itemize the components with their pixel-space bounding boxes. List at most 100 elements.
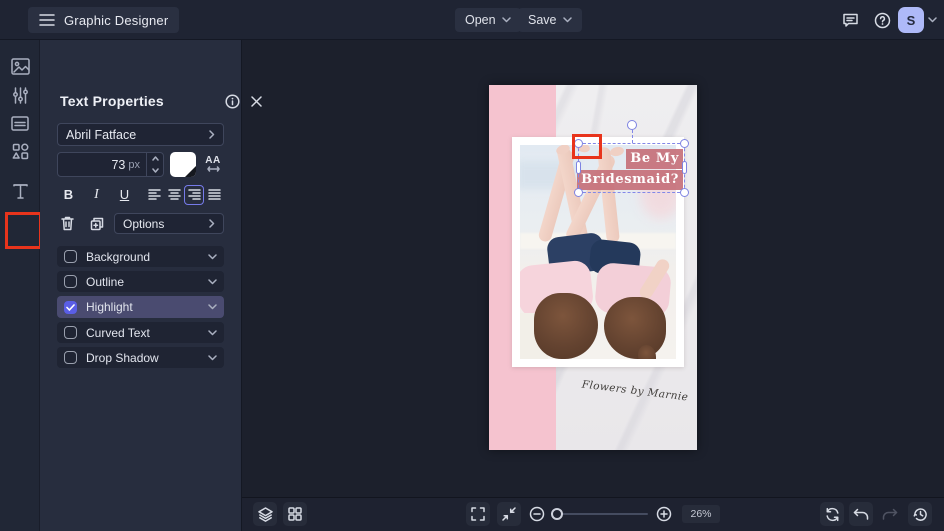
swatch-corner	[185, 166, 196, 177]
info-button[interactable]	[223, 92, 241, 110]
chat-bubble-icon	[842, 12, 859, 28]
chevron-down-icon	[501, 17, 511, 23]
stepper-down-button[interactable]	[147, 165, 163, 177]
chevron-down-icon[interactable]	[208, 253, 217, 260]
redo-icon	[882, 508, 898, 521]
chevron-down-icon	[562, 17, 572, 23]
open-button[interactable]: Open	[455, 8, 521, 32]
letter-spacing-button[interactable]: AA	[201, 151, 225, 177]
text-style-row: B I U	[57, 184, 224, 205]
align-left-icon	[147, 189, 161, 200]
sidebar-item-shapes[interactable]	[9, 140, 31, 162]
design-canvas[interactable]: Flowers by Marnie Be My Bridesmaid?	[489, 85, 697, 450]
stepper-up-button[interactable]	[147, 153, 163, 165]
top-bar: Graphic Designer Open Save S	[0, 0, 944, 40]
checkbox-drop-shadow[interactable]	[64, 351, 77, 364]
reset-view-button[interactable]	[820, 502, 844, 526]
toggle-row-2[interactable]: Highlight	[57, 296, 224, 318]
tool-rail	[0, 40, 42, 531]
checkbox-highlight[interactable]	[64, 300, 77, 314]
image-icon	[10, 57, 30, 75]
avatar[interactable]: S	[898, 7, 924, 33]
trash-icon	[61, 216, 74, 231]
redo-button[interactable]	[878, 502, 902, 526]
pages-button[interactable]	[283, 502, 307, 526]
sidebar-item-layout[interactable]	[9, 112, 31, 134]
font-family-value: Abril Fatface	[66, 127, 137, 142]
resize-handle-top-left[interactable]	[574, 139, 583, 148]
underline-button[interactable]: U	[113, 184, 136, 205]
sidebar-item-adjustments[interactable]	[9, 84, 31, 106]
fullscreen-button[interactable]	[466, 502, 490, 526]
text-properties-panel: Text Properties Abril Fatface 73 px AA B…	[40, 40, 262, 531]
history-button[interactable]	[908, 502, 932, 526]
toggle-row-0[interactable]: Background	[57, 246, 224, 267]
shapes-icon	[12, 143, 29, 160]
align-left-button[interactable]	[144, 185, 164, 205]
zoom-in-button[interactable]	[652, 502, 676, 526]
align-right-button[interactable]	[184, 184, 204, 205]
chevron-down-icon[interactable]	[208, 354, 217, 361]
delete-button[interactable]	[57, 214, 78, 234]
toggle-row-3[interactable]: Curved Text	[57, 322, 224, 343]
italic-button[interactable]: I	[85, 184, 108, 205]
text-tool-icon	[12, 183, 29, 200]
zoom-level-display[interactable]: 26%	[682, 505, 720, 523]
text-effect-toggles: Background Outline Highlight Curved Text…	[57, 246, 224, 372]
help-button[interactable]	[870, 8, 894, 32]
resize-handle-right[interactable]	[682, 161, 687, 174]
align-justify-button[interactable]	[204, 185, 224, 205]
sidebar-item-text[interactable]	[9, 180, 31, 202]
toggle-row-4[interactable]: Drop Shadow	[57, 347, 224, 368]
chevron-down-icon	[927, 17, 937, 23]
feedback-button[interactable]	[838, 8, 862, 32]
checkbox-curved-text[interactable]	[64, 326, 77, 339]
close-panel-button[interactable]	[247, 92, 265, 110]
account-menu-button[interactable]	[924, 8, 940, 32]
rotate-handle[interactable]	[626, 120, 637, 130]
save-button[interactable]: Save	[518, 8, 582, 32]
history-clock-icon	[913, 507, 928, 522]
workspace[interactable]: Flowers by Marnie Be My Bridesmaid?	[242, 40, 944, 497]
sidebar-item-images[interactable]	[9, 55, 31, 77]
resize-handle-bottom-right[interactable]	[680, 188, 689, 197]
undo-button[interactable]	[849, 502, 873, 526]
minus-circle-icon	[529, 506, 545, 522]
rotation-connector	[631, 130, 633, 143]
zoom-slider[interactable]	[551, 508, 648, 520]
text-actions-row: Options	[57, 213, 224, 234]
zoom-out-button[interactable]	[525, 502, 549, 526]
font-size-value: 73	[111, 157, 126, 172]
main-menu-button[interactable]: Graphic Designer	[28, 7, 180, 33]
chevron-down-icon[interactable]	[208, 304, 217, 310]
chevron-right-icon	[209, 130, 215, 139]
selection-box[interactable]	[574, 120, 689, 197]
align-right-icon	[187, 189, 201, 200]
resize-handle-left[interactable]	[576, 161, 581, 174]
layers-button[interactable]	[253, 502, 277, 526]
font-size-input[interactable]: 73 px	[57, 152, 164, 177]
font-size-unit: px	[128, 158, 140, 171]
hamburger-icon	[39, 14, 55, 26]
bold-button[interactable]: B	[57, 184, 80, 205]
chevron-down-icon[interactable]	[208, 278, 217, 285]
align-center-button[interactable]	[164, 185, 184, 205]
checkbox-outline[interactable]	[64, 275, 77, 288]
grid-icon	[288, 507, 302, 521]
font-family-select[interactable]: Abril Fatface	[57, 123, 224, 146]
duplicate-icon	[90, 217, 104, 231]
sliders-icon	[12, 86, 29, 104]
checkbox-background[interactable]	[64, 250, 77, 263]
chevron-down-icon[interactable]	[208, 329, 217, 336]
text-color-swatch[interactable]	[170, 152, 196, 177]
fit-to-screen-button[interactable]	[497, 502, 521, 526]
zoom-slider-handle[interactable]	[551, 508, 563, 520]
resize-handle-top-right[interactable]	[680, 139, 689, 148]
align-justify-icon	[207, 189, 221, 200]
duplicate-button[interactable]	[86, 214, 107, 234]
toggle-row-1[interactable]: Outline	[57, 271, 224, 292]
options-button[interactable]: Options	[114, 213, 224, 234]
resize-handle-bottom-left[interactable]	[574, 188, 583, 197]
bottom-toolbar: 26%	[242, 497, 944, 531]
plus-circle-icon	[656, 506, 672, 522]
